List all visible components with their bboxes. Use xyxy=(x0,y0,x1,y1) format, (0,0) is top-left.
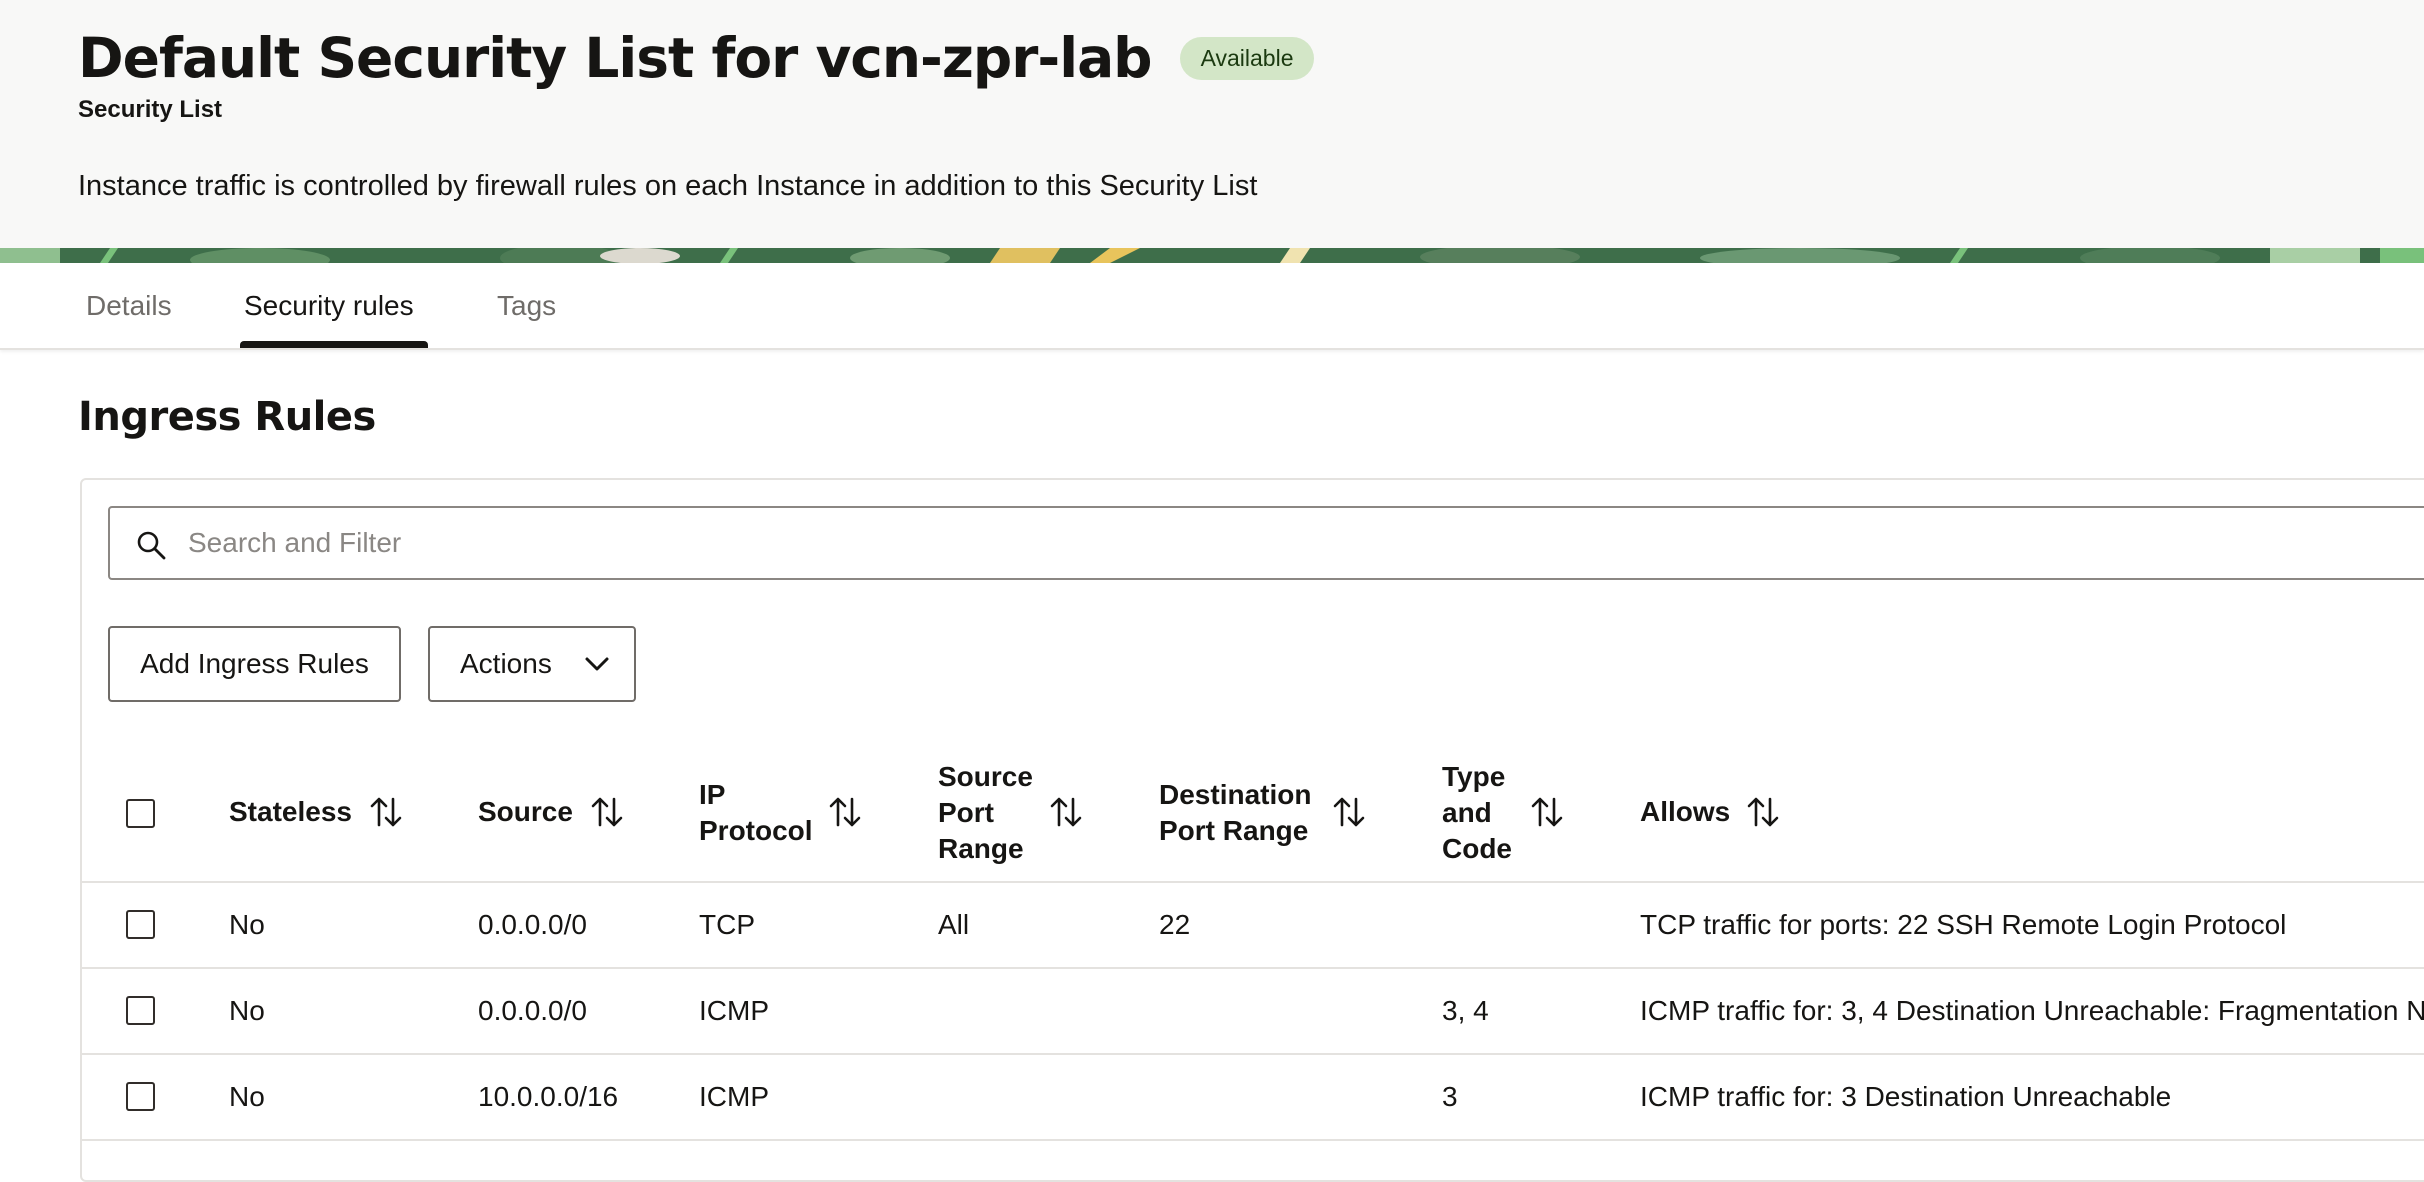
column-header-ip-protocol: IP Protocol xyxy=(699,779,813,846)
status-badge: Available xyxy=(1179,36,1315,80)
cell-source: 0.0.0.0/0 xyxy=(478,995,587,1026)
select-all-checkbox[interactable] xyxy=(126,799,155,828)
search-icon xyxy=(137,531,166,560)
page-title: Default Security List for vcn-zpr-lab xyxy=(78,26,1153,90)
row-divider xyxy=(80,967,2424,969)
sort-icon[interactable] xyxy=(829,795,861,829)
sort-icon[interactable] xyxy=(1333,795,1365,829)
tab-tags[interactable]: Tags xyxy=(497,263,556,348)
actions-label: Actions xyxy=(460,648,552,679)
tab-security-rules[interactable]: Security rules xyxy=(244,263,414,348)
actions-dropdown[interactable]: Actions xyxy=(428,626,636,702)
cell-stateless: No xyxy=(229,995,265,1026)
cell-source-port: All xyxy=(938,909,970,940)
row-divider xyxy=(80,1053,2424,1055)
cell-allows: ICMP traffic for: 3, 4 Destination Unrea… xyxy=(1640,995,2424,1026)
cell-type-code: 3 xyxy=(1442,1081,1458,1112)
sort-icon[interactable] xyxy=(1531,795,1563,829)
row-checkbox[interactable] xyxy=(126,1082,155,1111)
cell-allows: TCP traffic for ports: 22 SSH Remote Log… xyxy=(1640,909,2287,940)
cell-source: 10.0.0.0/16 xyxy=(478,1081,619,1112)
title-row: Default Security List for vcn-zpr-lab Av… xyxy=(78,22,1315,94)
add-ingress-rules-button[interactable]: Add Ingress Rules xyxy=(108,626,401,702)
cell-protocol: ICMP xyxy=(699,1081,769,1112)
column-header-allows: Allows xyxy=(1640,796,1731,827)
active-tab-indicator xyxy=(240,341,428,348)
cell-dest-port: 22 xyxy=(1159,909,1191,940)
cell-type-code: 3, 4 xyxy=(1442,995,1489,1026)
column-header-type-and-code: Type and Code xyxy=(1442,761,1512,864)
column-header-stateless: Stateless xyxy=(229,796,352,827)
sort-icon[interactable] xyxy=(370,795,402,829)
search-placeholder: Search and Filter xyxy=(188,527,402,558)
sort-icon[interactable] xyxy=(1747,795,1779,829)
sort-icon[interactable] xyxy=(1050,795,1082,829)
page-subtitle: Security List xyxy=(78,96,223,123)
section-title: Ingress Rules xyxy=(78,394,376,440)
header-divider xyxy=(80,881,2424,883)
row-checkbox[interactable] xyxy=(126,996,155,1025)
row-divider xyxy=(80,1139,2424,1141)
cell-protocol: ICMP xyxy=(699,995,769,1026)
page-description: Instance traffic is controlled by firewa… xyxy=(78,170,1258,202)
cell-allows: ICMP traffic for: 3 Destination Unreacha… xyxy=(1640,1081,2172,1112)
column-header-source: Source xyxy=(478,796,573,827)
chevron-down-icon xyxy=(585,657,609,671)
decorative-banner xyxy=(0,248,2424,263)
banner-pattern xyxy=(0,248,2424,263)
search-input[interactable]: Search and Filter xyxy=(108,506,2424,580)
page-header: Default Security List for vcn-zpr-lab Av… xyxy=(0,0,2424,248)
cell-source: 0.0.0.0/0 xyxy=(478,909,587,940)
cell-stateless: No xyxy=(229,1081,265,1112)
sort-icon[interactable] xyxy=(591,795,623,829)
tab-bar: Details Security rules Tags xyxy=(0,263,2424,350)
row-checkbox[interactable] xyxy=(126,910,155,939)
tab-details[interactable]: Details xyxy=(86,263,172,348)
cell-protocol: TCP xyxy=(699,909,755,940)
column-header-destination-port-range: Destination Port Range xyxy=(1159,779,1312,846)
cell-stateless: No xyxy=(229,909,265,940)
column-header-source-port-range: Source Port Range xyxy=(938,761,1033,864)
